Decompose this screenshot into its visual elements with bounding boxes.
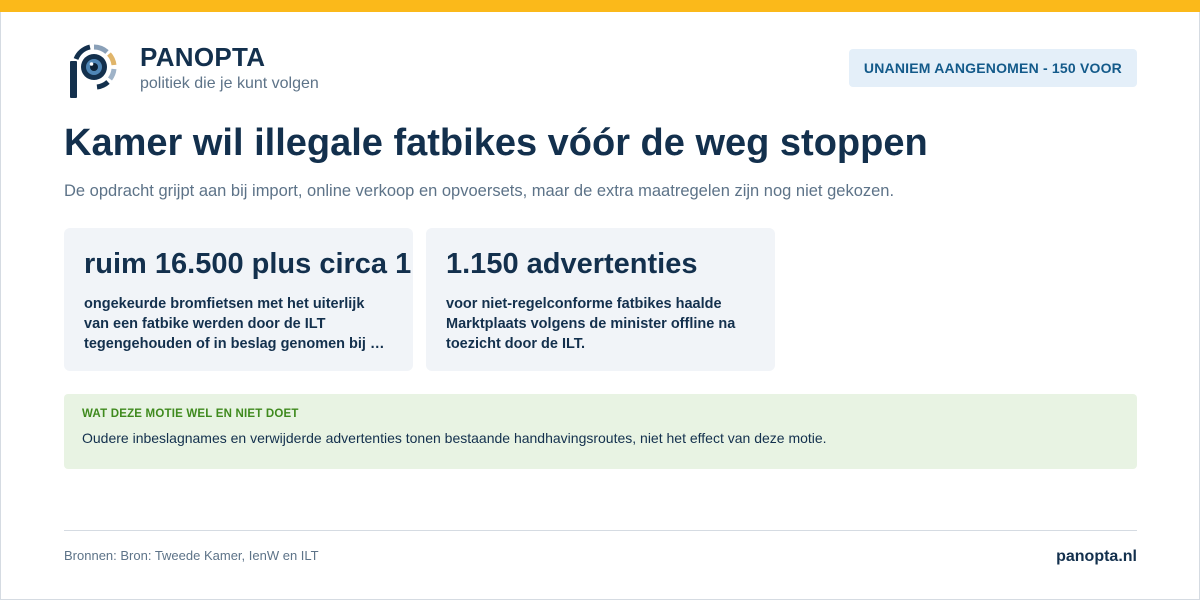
footer-sources: Bronnen: Bron: Tweede Kamer, IenW en ILT — [64, 548, 319, 563]
stat-card-seizures: ruim 16.500 plus circa 1.000 ongekeurde … — [64, 228, 413, 371]
stat-value: ruim 16.500 plus circa 1.000 — [84, 248, 413, 280]
note-title: WAT DEZE MOTIE WEL EN NIET DOET — [82, 408, 299, 420]
accent-top-bar — [0, 0, 1200, 12]
footer-divider — [64, 530, 1137, 531]
stat-description: voor niet-regelconforme fatbikes haalde … — [446, 296, 736, 352]
page-subtitle: De opdracht grijpt aan bij import, onlin… — [64, 182, 895, 200]
brand-name: PANOPTA — [140, 42, 266, 72]
stat-value: 1.150 advertenties — [446, 248, 698, 280]
vote-result-badge: UNANIEM AANGENOMEN - 150 VOOR — [848, 49, 1137, 87]
note-text: Oudere inbeslagnames en verwijderde adve… — [82, 430, 827, 446]
page-title: Kamer wil illegale fatbikes vóór de weg … — [64, 122, 928, 164]
brand-tagline: politiek die je kunt volgen — [140, 75, 319, 92]
footer-domain-link[interactable]: panopta.nl — [1056, 548, 1137, 566]
motion-scope-note: WAT DEZE MOTIE WEL EN NIET DOET Oudere i… — [64, 394, 1137, 469]
stat-description: ongekeurde bromfietsen met het uiterlijk… — [84, 296, 387, 352]
stat-card-advertisements: 1.150 advertenties voor niet-regelconfor… — [426, 228, 775, 371]
eye-p-logo-icon — [70, 44, 117, 98]
